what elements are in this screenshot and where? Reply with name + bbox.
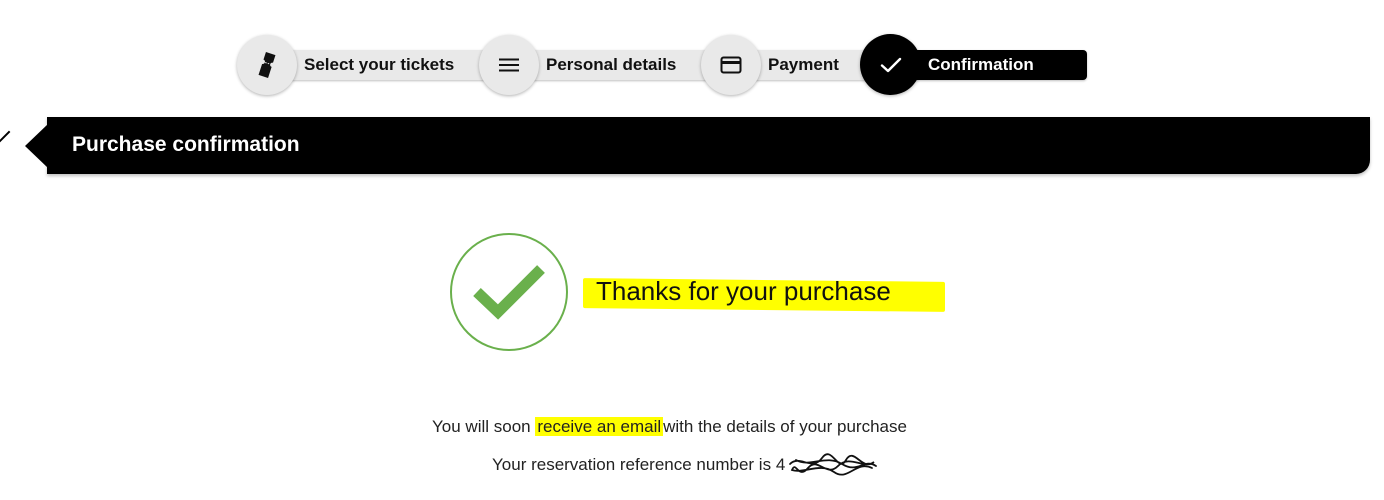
- step-select-tickets-bar: Select your tickets: [265, 50, 490, 80]
- redaction-scribble: [789, 453, 877, 476]
- email-notice-prefix: You will soon: [432, 417, 531, 436]
- email-notice: You will soon receive an email with the d…: [432, 417, 907, 437]
- reservation-reference: Your reservation reference number is 4: [492, 455, 785, 475]
- thanks-message: Thanks for your purchase: [596, 276, 891, 306]
- step-label: Payment: [768, 55, 839, 74]
- band-arrow-tip: [25, 124, 48, 168]
- reference-number: 4: [775, 455, 786, 474]
- menu-lines-icon: [479, 35, 539, 95]
- ticket-icon: [237, 35, 297, 95]
- progress-stepper: Select your tickets Personal details Pay…: [0, 0, 1384, 100]
- step-personal-details-bar: Personal details: [510, 50, 715, 80]
- step-label: Select your tickets: [304, 55, 455, 74]
- email-notice-suffix: with the details of your purchase: [663, 417, 907, 436]
- success-check-icon: [450, 233, 568, 351]
- email-notice-highlight: receive an email: [535, 417, 664, 436]
- page-title: Purchase confirmation: [72, 133, 300, 156]
- checkmark-icon: [860, 34, 921, 95]
- step-label: Personal details: [546, 55, 677, 74]
- credit-card-icon: [701, 35, 761, 95]
- step-label: Confirmation: [928, 55, 1034, 74]
- reference-label: Your reservation reference number is: [492, 455, 772, 474]
- step-confirmation-bar: Confirmation: [893, 50, 1087, 80]
- decorative-slash: [0, 130, 11, 144]
